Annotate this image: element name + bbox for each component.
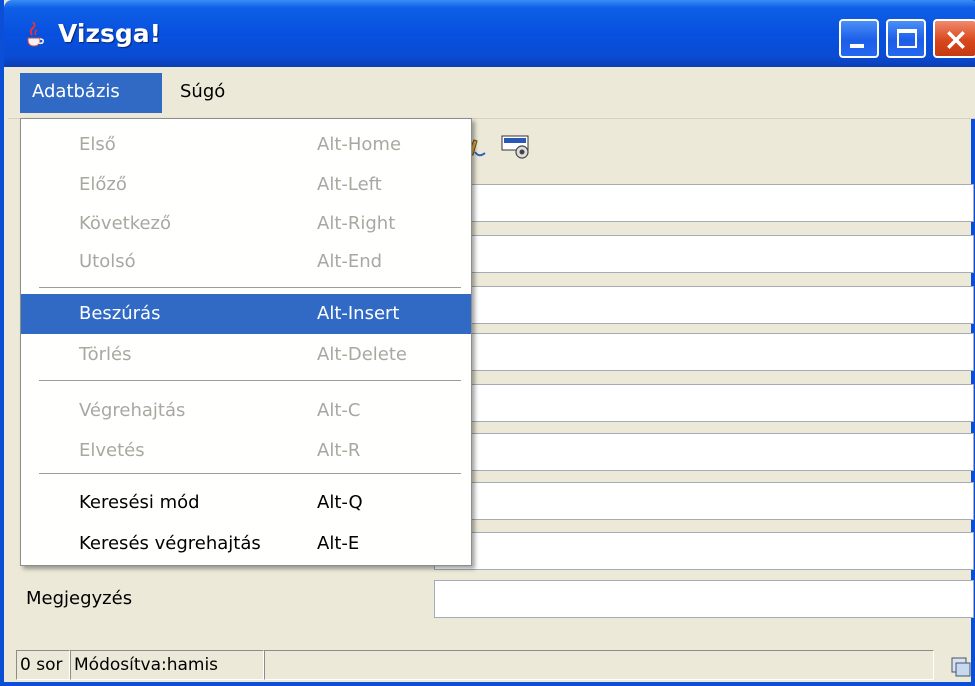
menu-item-utolso[interactable]: Utolsó Alt-End <box>21 242 471 282</box>
menu-item-shortcut: Alt-R <box>317 440 361 461</box>
toolbar-icons <box>467 135 529 159</box>
minimize-icon <box>850 44 864 48</box>
menu-item-elso[interactable]: Első Alt-Home <box>21 125 471 165</box>
megjegyzes-input[interactable] <box>434 580 974 618</box>
menu-sugo[interactable]: Súgó <box>168 73 237 113</box>
status-empty-cell <box>264 650 934 680</box>
form-input-5[interactable] <box>434 384 974 422</box>
adatbazis-dropdown-menu: Első Alt-Home Előző Alt-Left Következő A… <box>20 118 472 566</box>
form-input-6[interactable] <box>434 433 974 471</box>
menu-item-label: Keresés végrehajtás <box>79 533 261 554</box>
status-bar: 0 sor Módosítva:hamis <box>8 648 975 682</box>
menu-item-shortcut: Alt-E <box>317 533 360 554</box>
menu-item-elvetes[interactable]: Elvetés Alt-R <box>21 431 471 471</box>
menu-adatbazis-label: Adatbázis <box>32 81 120 102</box>
status-modified: Módosítva:hamis <box>70 650 264 680</box>
menu-item-shortcut: Alt-Left <box>317 174 382 195</box>
menu-item-keresesi-mod[interactable]: Keresési mód Alt-Q <box>21 483 471 523</box>
menu-item-label: Utolsó <box>79 251 136 272</box>
java-cup-icon <box>27 22 44 47</box>
form-input-2[interactable] <box>434 235 974 273</box>
menu-item-label: Előző <box>79 174 127 195</box>
form-input-8[interactable] <box>434 532 974 570</box>
menu-separator <box>39 380 461 382</box>
megjegyzes-label: Megjegyzés <box>26 588 133 609</box>
menu-adatbazis[interactable]: Adatbázis <box>20 73 162 113</box>
minimize-button[interactable] <box>839 19 879 58</box>
status-row-count: 0 sor <box>16 650 70 680</box>
application-window: Vizsga! Adatbázis Súgó Megjegyzés 0 sor … <box>0 0 975 686</box>
sql-query-icon[interactable] <box>501 135 529 159</box>
menu-item-label: Végrehajtás <box>79 400 186 421</box>
close-button[interactable] <box>933 19 975 58</box>
form-input-3[interactable] <box>434 286 974 324</box>
form-input-4[interactable] <box>434 333 974 371</box>
menu-item-label: Keresési mód <box>79 492 200 513</box>
menu-separator <box>39 287 461 289</box>
close-icon <box>947 31 965 49</box>
menu-item-label: Elvetés <box>79 440 145 461</box>
maximize-icon <box>897 29 917 48</box>
maximize-button[interactable] <box>886 19 926 58</box>
menu-item-shortcut: Alt-Insert <box>317 303 400 324</box>
menu-item-shortcut: Alt-C <box>317 400 361 421</box>
title-bar[interactable]: Vizsga! <box>4 0 975 67</box>
menu-sugo-label: Súgó <box>180 81 226 102</box>
menu-item-torles[interactable]: Törlés Alt-Delete <box>21 335 471 375</box>
menu-item-label: Első <box>79 134 116 155</box>
menu-item-shortcut: Alt-Right <box>317 213 396 234</box>
window-title: Vizsga! <box>58 19 162 48</box>
menu-item-label: Törlés <box>79 344 132 365</box>
menu-item-label: Következő <box>79 213 172 234</box>
menu-item-kovetkezo[interactable]: Következő Alt-Right <box>21 204 471 244</box>
menu-item-shortcut: Alt-Home <box>317 134 402 155</box>
form-input-7[interactable] <box>434 482 974 520</box>
menu-item-vegrehajtas[interactable]: Végrehajtás Alt-C <box>21 391 471 431</box>
menu-item-kereses-vegrehajtas[interactable]: Keresés végrehajtás Alt-E <box>21 524 471 564</box>
menu-item-shortcut: Alt-Q <box>317 492 363 513</box>
menu-item-shortcut: Alt-End <box>317 251 383 272</box>
menu-item-shortcut: Alt-Delete <box>317 344 408 365</box>
menu-item-elozo[interactable]: Előző Alt-Left <box>21 165 471 205</box>
menu-separator <box>39 473 461 475</box>
menu-item-beszuras[interactable]: Beszúrás Alt-Insert <box>21 294 471 334</box>
form-input-1[interactable] <box>434 184 974 222</box>
menu-bar: Adatbázis Súgó <box>8 67 975 119</box>
database-status-icon <box>951 657 971 677</box>
menu-item-label: Beszúrás <box>79 303 161 324</box>
